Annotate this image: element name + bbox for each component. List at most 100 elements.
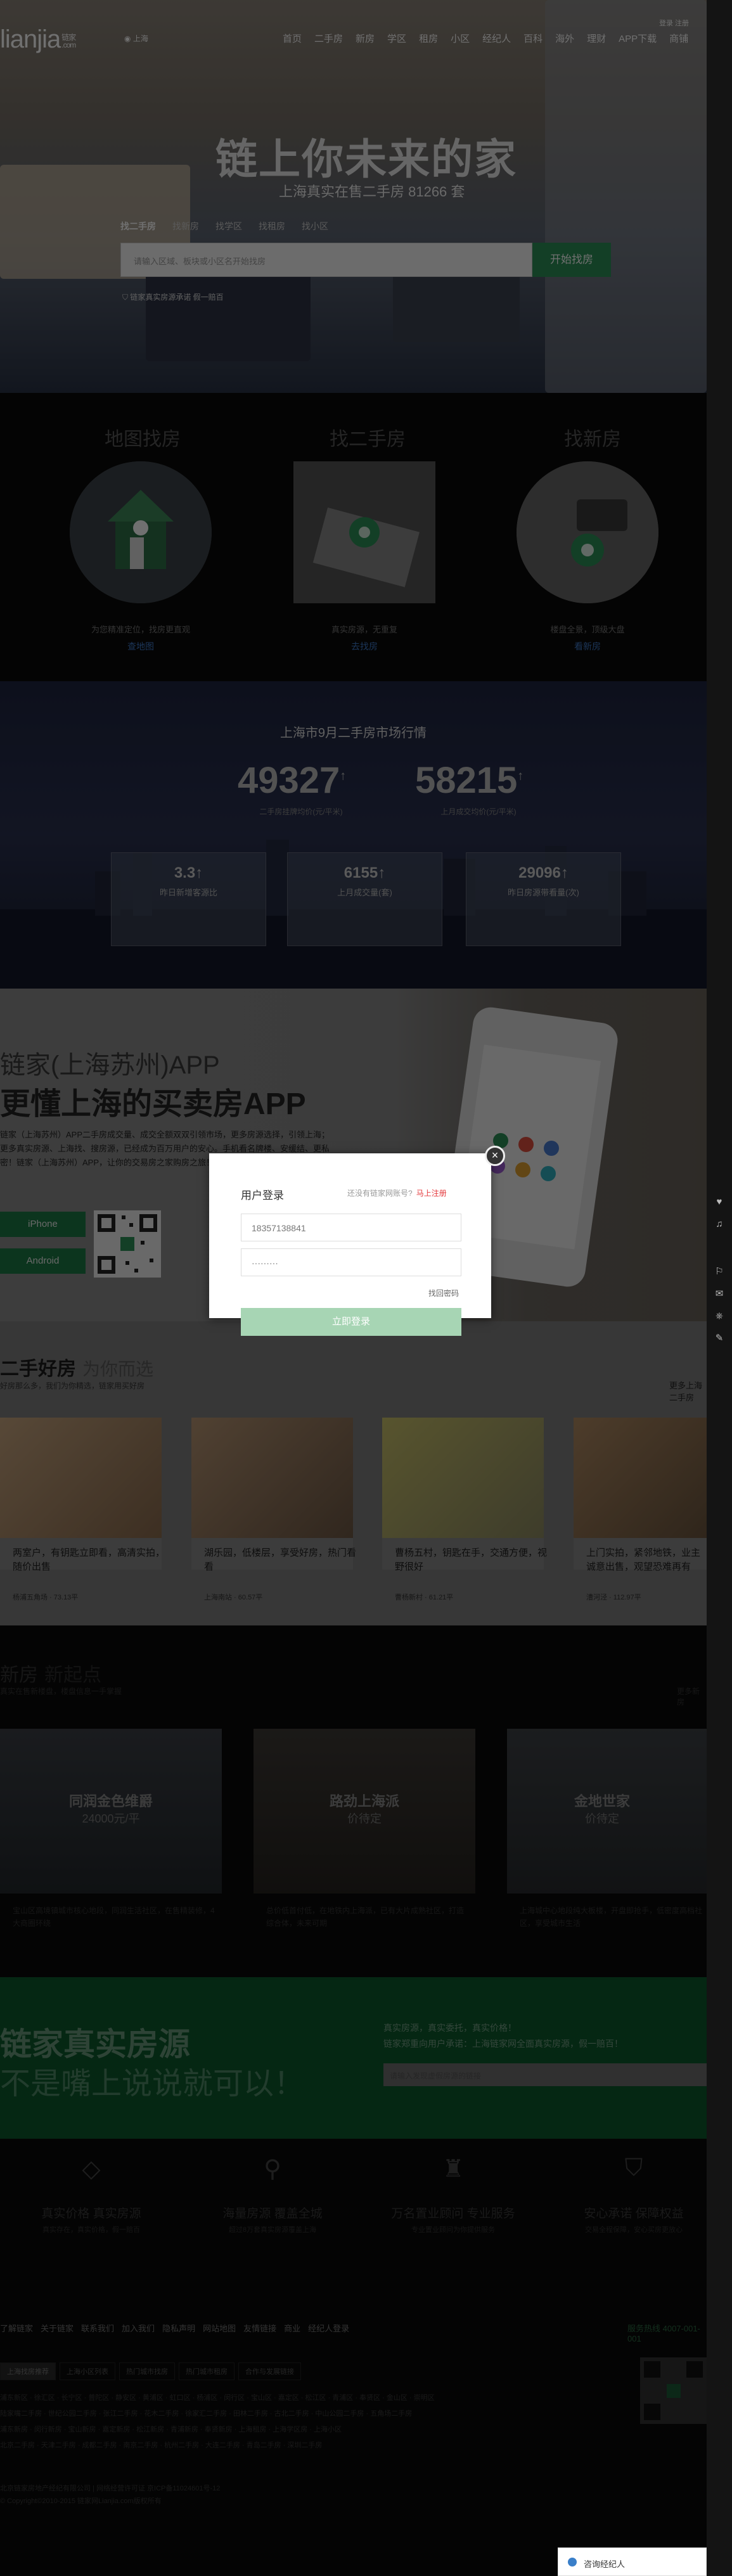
project-desc: 宝山区高境镇城市核心地段，同润生活社区，在售精装修，4大商圈环绕 [13,1906,215,1928]
nav-item[interactable]: 百科 [523,32,543,45]
close-icon[interactable]: × [485,1146,505,1166]
report-fake-listing-input[interactable]: 请输入发现虚假房源的链接 [383,2063,707,2086]
project-name[interactable]: 同润金色维爵 [0,1790,222,1810]
entry-link[interactable]: 查地图 [70,640,212,653]
footer-tab[interactable]: 合作与发展链接 [238,2362,301,2380]
house-title[interactable]: 湖乐园，低楼层，享受好房，热门看看 [204,1546,363,1574]
search-footnote: ⛉ 链家真实房源承诺 假一赔百 [122,293,224,302]
footer-link[interactable]: 联系我们 [81,2322,114,2334]
search-tab[interactable]: 找小区 [302,220,328,233]
window-shape [545,0,707,393]
register-link[interactable]: 马上注册 [416,1189,447,1198]
footer-link[interactable]: 经纪人登录 [308,2322,349,2334]
search-tab[interactable]: 找二手房 [120,220,156,233]
search-tab[interactable]: 找新房 [172,220,199,233]
entry-link[interactable]: 去找房 [293,640,435,653]
footer-link[interactable]: 商业 [284,2322,300,2334]
hero-title: 链上你未来的家 [215,136,517,183]
nav-item[interactable]: 海外 [555,32,574,45]
login-submit-button[interactable]: 立即登录 [241,1308,461,1336]
table-shape [146,266,311,361]
house-title[interactable]: 上门实拍，紧邻地铁，业主诚意出售，观望恐难再有 [586,1546,707,1574]
nav-item[interactable]: 二手房 [314,32,343,45]
newhome-image[interactable] [517,461,658,603]
city-selector[interactable]: ◉ 上海 [124,33,148,44]
hero-subtitle: 上海真实在售二手房 81266 套 [279,184,465,200]
footer-link[interactable]: 了解链家 [0,2322,33,2334]
nav-item[interactable]: APP下载 [619,32,657,45]
project-name[interactable]: 金地世家 [498,1790,707,1810]
mail-icon[interactable]: ✉ [712,1286,727,1302]
search-button[interactable]: 开始找房 [532,243,611,277]
feedback-icon[interactable]: ⚐ [712,1264,727,1279]
footer-link[interactable]: 关于链家 [41,2322,74,2334]
nav-item[interactable]: 新房 [356,32,375,45]
market-caption: 上月成交均价(元/平米) [440,807,517,816]
promise-title: 安心承诺 保障权益 [584,2207,684,2220]
location-icon: ⚲ [264,2156,281,2182]
service-icon[interactable]: ⎈ [712,1309,727,1324]
footer-link[interactable]: 加入我们 [122,2322,155,2334]
footer-link[interactable]: 友情链接 [243,2322,276,2334]
app-title: 链家(上海苏州)APP [0,1051,220,1079]
footer-tab[interactable]: 上海找房推荐 [0,2362,56,2380]
footer-link-row[interactable]: 陆家嘴二手房 · 世纪公园二手房 · 张江二手房 · 花木二手房 · 徐家汇二手… [0,2408,526,2420]
footer-link[interactable]: 隐私声明 [162,2322,195,2334]
chair-shape [393,266,520,342]
favorite-icon[interactable]: ♥ [712,1195,727,1210]
secondhand-image[interactable] [293,461,435,603]
shield-icon: ⛉ [624,2155,643,2181]
footer-link[interactable]: 网站地图 [203,2322,236,2334]
register-prompt: 还没有链家网账号? 马上注册 [347,1189,447,1198]
search-input[interactable]: 请输入区域、板块或小区名开始找房 [120,243,532,277]
secondhand-subtitle: 好房那么多，我们为你精选，链家用买好房 [0,1381,145,1390]
consult-agent-button[interactable]: 咨询经纪人 [558,2547,707,2576]
phone-field[interactable]: 18357138841 [241,1214,461,1241]
entry-desc: 真实房源，无重复 [331,625,397,634]
password-field[interactable]: ········· [241,1248,461,1276]
footer-tab[interactable]: 热门城市租房 [179,2362,234,2380]
promise-sub: 真实存在，真实价格，假一赔百 [42,2226,140,2234]
edit-icon[interactable]: ✎ [712,1331,727,1346]
promise-title: 万名置业顾问 专业服务 [391,2207,515,2220]
shield-icon: ⛉ [122,293,131,302]
house-title[interactable]: 曹杨五村，钥匙在手，交通方便，视野很好 [395,1546,553,1574]
market-caption: 二手房挂牌均价(元/平米) [259,807,343,816]
nav-item[interactable]: 经纪人 [482,32,511,45]
diamond-icon: ◇ [82,2156,101,2182]
project-desc: 上海城中心地段纯大板楼，开盘即抢手，低密度高档社区，享受城市生活 [520,1906,703,1928]
nav-item[interactable]: 商铺 [669,32,688,45]
newhome-more-link[interactable]: 更多新房 [677,1686,707,1707]
market-stat-box: 29096↑ 昨日房源带看量(次) [466,852,621,946]
house-title[interactable]: 两室户，有钥匙立即看，高清实拍，随价出售 [13,1546,171,1574]
search-tab[interactable]: 找学区 [215,220,242,233]
nav-item[interactable]: 学区 [387,32,406,45]
footer-tab[interactable]: 上海小区列表 [60,2362,115,2380]
map-house-image[interactable] [70,461,212,603]
entry-link[interactable]: 看新房 [517,640,658,653]
footer-link-row[interactable]: 北京二手房 · 天津二手房 · 成都二手房 · 南京二手房 · 杭州二手房 · … [0,2440,526,2452]
nav-item[interactable]: 租房 [419,32,438,45]
project-price: 价待定 [347,1812,382,1825]
project-price: 24000元/平 [82,1812,140,1825]
project-name[interactable]: 路劲上海派 [254,1790,475,1810]
android-download-button[interactable]: Android [0,1248,86,1274]
iphone-download-button[interactable]: iPhone [0,1212,86,1237]
house-meta: 曹杨新村 · 61.21平 [395,1594,454,1601]
promise-sub: 交易全程保障，安心买房更放心 [585,2226,683,2234]
footer-tab[interactable]: 热门城市找房 [119,2362,175,2380]
main-nav: 首页 二手房 新房 学区 租房 小区 经纪人 百科 海外 理财 APP下载 商铺 [283,32,688,45]
secondhand-more-link[interactable]: 更多上海二手房 [669,1379,707,1403]
newhome-subtitle: 真实在售新楼盘，楼盘信息一手掌握 [0,1687,122,1696]
nav-item[interactable]: 理财 [587,32,606,45]
market-figure: 58215↑ [415,760,524,801]
footer-link-row[interactable]: 浦东新区 · 徐汇区 · 长宁区 · 普陀区 · 静安区 · 黄浦区 · 虹口区… [0,2392,526,2404]
nav-item[interactable]: 小区 [451,32,470,45]
app-icon[interactable]: ♫ [712,1217,727,1232]
nav-item[interactable]: 首页 [283,32,302,45]
footer-link-row[interactable]: 浦东新房 · 闵行新房 · 宝山新房 · 嘉定新房 · 松江新房 · 青浦新房 … [0,2424,526,2436]
forgot-password-link[interactable]: 找回密码 [428,1288,459,1298]
site-logo[interactable]: lianjia 链家 .com [0,25,76,54]
search-tab[interactable]: 找租房 [259,220,285,233]
login-link[interactable]: 登录 注册 [659,18,689,28]
